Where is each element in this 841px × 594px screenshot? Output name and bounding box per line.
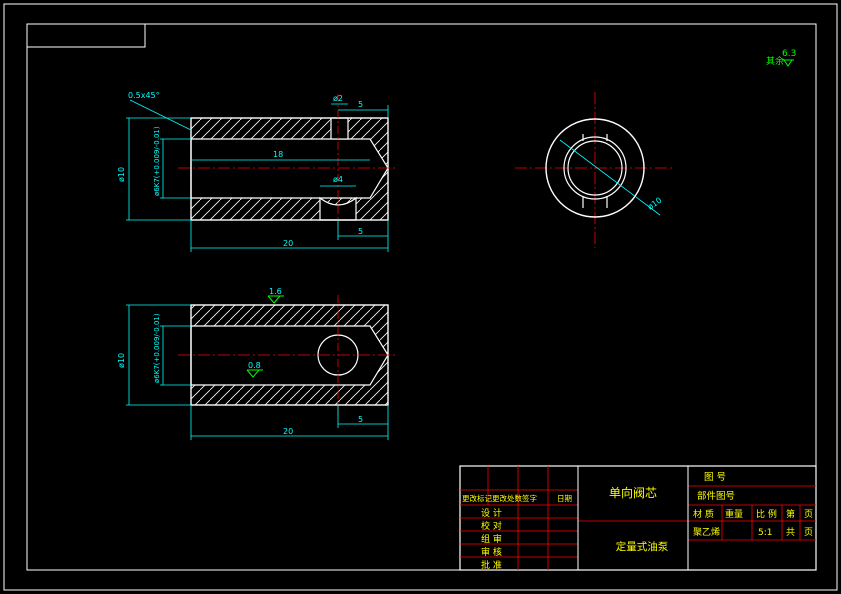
side-view: ø10 xyxy=(515,92,675,248)
scale-label: 比 例 xyxy=(756,508,777,520)
sheet-label: 第 xyxy=(786,508,795,520)
section-roughness-top: 1.6 xyxy=(269,287,282,296)
drawing-sheet: 其余 6.3 0.5x45° ø2 5 18 ø4 20 5 ø10 ø6K7(… xyxy=(3,3,838,591)
role-design: 设 计 xyxy=(481,507,502,519)
weight-label: 重量 xyxy=(725,508,743,520)
material-label: 材 质 xyxy=(693,508,714,520)
assembly-no-label: 部件图号 xyxy=(697,490,735,502)
role-check: 校 对 xyxy=(481,520,502,532)
section-dim-bore-dia: ø6K7(+0.009/-0.01) xyxy=(153,313,161,383)
section-dim-total-length: 20 xyxy=(283,427,293,436)
role-approve: 批 准 xyxy=(481,559,502,571)
dim-slot-width: ø2 xyxy=(333,94,343,103)
scale-value: 5:1 xyxy=(758,528,772,538)
dim-bore-depth: 18 xyxy=(273,150,283,159)
role-review: 审 核 xyxy=(481,546,502,558)
inner-border xyxy=(26,23,817,571)
part-name: 单向阀芯 xyxy=(609,485,657,500)
company-name: 定量式油泵 xyxy=(616,540,669,553)
side-dim-dia: ø10 xyxy=(646,196,664,212)
dim-outer-dia: ø10 xyxy=(117,167,126,182)
front-view: 0.5x45° ø2 5 18 ø4 20 5 ø10 ø6K7(+0.009/… xyxy=(117,91,398,252)
sheet-unit: 页 xyxy=(804,509,813,520)
total-unit: 页 xyxy=(804,527,813,538)
front-slot-top xyxy=(330,117,349,140)
roughness-note: 其余 6.3 xyxy=(766,49,796,67)
date-header: 日期 xyxy=(557,494,572,503)
front-bore xyxy=(190,138,389,199)
material-value: 聚乙烯 xyxy=(693,526,720,538)
dim-chamfer: 0.5x45° xyxy=(128,91,160,100)
total-label: 共 xyxy=(786,527,795,538)
title-block: 更改标记更改处数签字 日期 设 计 校 对 组 审 审 核 批 准 单向阀芯 定… xyxy=(459,465,817,571)
section-dim-outer-dia: ø10 xyxy=(117,353,126,368)
corner-box xyxy=(26,23,146,48)
dim-total-length: 20 xyxy=(283,239,293,248)
role-group-review: 组 审 xyxy=(481,533,502,545)
dim-slot-offset: 5 xyxy=(358,100,363,109)
section-view: 1.6 0.8 20 5 ø10 ø6K7(+0.009/-0.01) xyxy=(117,287,398,440)
roughness-note-value: 6.3 xyxy=(782,49,796,59)
drawing-no-label: 图 号 xyxy=(704,472,726,483)
dim-hole-dia: ø4 xyxy=(333,175,343,184)
section-roughness-bore: 0.8 xyxy=(248,361,261,370)
section-dim-offset: 5 xyxy=(358,415,363,424)
dim-bore-dia: ø6K7(+0.009/-0.01) xyxy=(153,126,161,196)
revision-header: 更改标记更改处数签字 xyxy=(462,493,537,503)
side-dia-leader xyxy=(559,139,661,216)
dim-bottom-offset: 5 xyxy=(358,227,363,236)
